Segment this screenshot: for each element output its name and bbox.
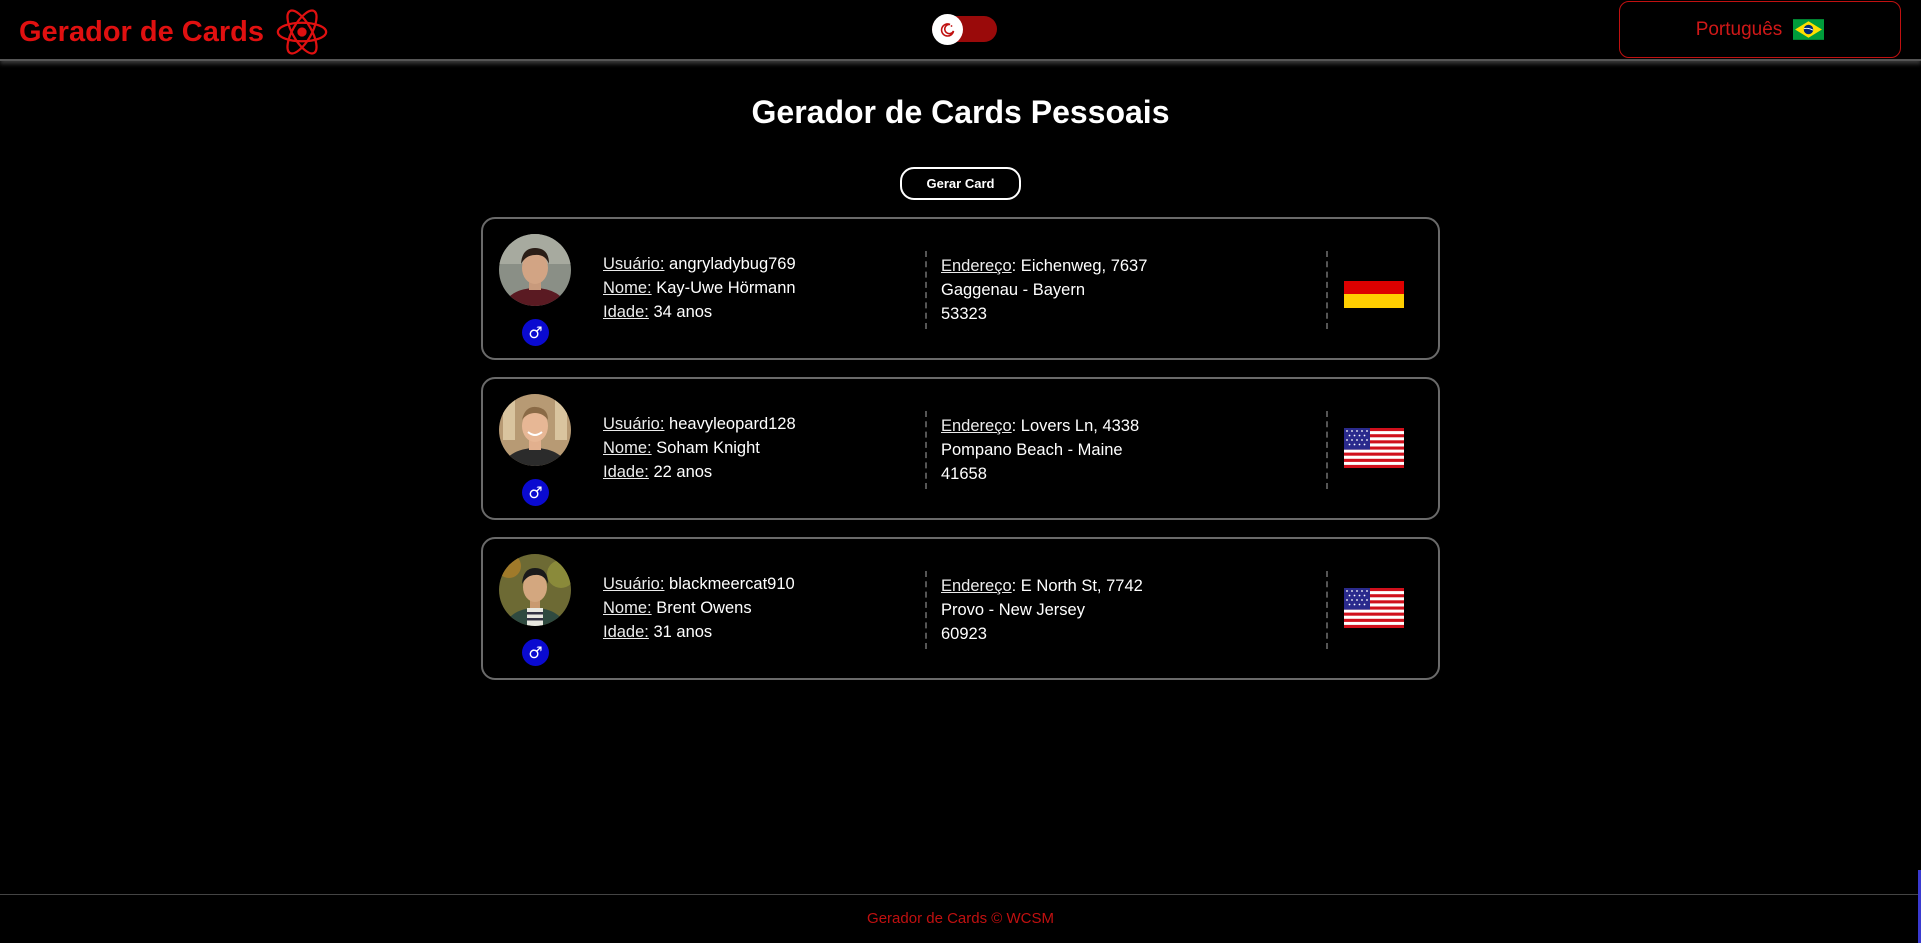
- username-row: Usuário: heavyleopard128: [603, 412, 796, 436]
- age-value: 31 anos: [653, 623, 713, 641]
- address-info: Endereço: E North St, 7742 Provo - New J…: [941, 574, 1143, 646]
- age-label: Idade:: [603, 463, 649, 481]
- usa-flag-icon: [1344, 428, 1404, 468]
- name-row: Nome: Brent Owens: [603, 596, 795, 620]
- page-title: Gerador de Cards Pessoais: [751, 94, 1170, 130]
- avatar: [499, 234, 571, 306]
- brand-title: Gerador de Cards: [19, 16, 264, 48]
- footer-text: Gerador de Cards © WCSM: [867, 910, 1054, 927]
- address-row: Endereço: Lovers Ln, 4338: [941, 414, 1139, 438]
- address-row: Endereço: Eichenweg, 7637: [941, 254, 1147, 278]
- divider: [925, 571, 927, 649]
- postcode: 41658: [941, 465, 987, 483]
- male-icon: ♂: [522, 639, 549, 666]
- name-value: Soham Knight: [656, 439, 760, 457]
- user-info: Usuário: heavyleopard128 Nome: Soham Kni…: [603, 412, 796, 484]
- name-label: Nome:: [603, 439, 652, 457]
- footer: Gerador de Cards © WCSM: [0, 894, 1921, 943]
- name-label: Nome:: [603, 599, 652, 617]
- card-list: ♂ Usuário: angryladybug769 Nome: Kay-Uwe…: [481, 217, 1440, 697]
- username-label: Usuário:: [603, 415, 665, 433]
- age-value: 34 anos: [653, 303, 713, 321]
- name-value: Brent Owens: [656, 599, 752, 617]
- address-label: Endereço: [941, 577, 1012, 595]
- language-button[interactable]: Português: [1619, 1, 1901, 58]
- name-label: Nome:: [603, 279, 652, 297]
- divider: [1326, 571, 1328, 649]
- address-info: Endereço: Lovers Ln, 4338 Pompano Beach …: [941, 414, 1139, 486]
- person-card: ♂ Usuário: angryladybug769 Nome: Kay-Uwe…: [481, 217, 1440, 360]
- username-value: heavyleopard128: [669, 415, 796, 433]
- user-info: Usuário: angryladybug769 Nome: Kay-Uwe H…: [603, 252, 796, 324]
- brand[interactable]: Gerador de Cards: [19, 6, 330, 58]
- avatar: [499, 394, 571, 466]
- address-info: Endereço: Eichenweg, 7637 Gaggenau - Bay…: [941, 254, 1147, 326]
- username-row: Usuário: blackmeercat910: [603, 572, 795, 596]
- divider: [1326, 411, 1328, 489]
- age-label: Idade:: [603, 303, 649, 321]
- language-label: Português: [1695, 18, 1783, 40]
- username-row: Usuário: angryladybug769: [603, 252, 796, 276]
- postcode: 53323: [941, 305, 987, 323]
- user-info: Usuário: blackmeercat910 Nome: Brent Owe…: [603, 572, 795, 644]
- address-label: Endereço: [941, 257, 1012, 275]
- address-row: Endereço: E North St, 7742: [941, 574, 1143, 598]
- divider: [1326, 251, 1328, 329]
- address-line2: Provo - New Jersey: [941, 601, 1085, 619]
- header: Gerador de Cards Português: [0, 0, 1921, 61]
- male-icon: ♂: [522, 319, 549, 346]
- address-label: Endereço: [941, 417, 1012, 435]
- username-label: Usuário:: [603, 255, 665, 273]
- username-value: angryladybug769: [669, 255, 796, 273]
- age-label: Idade:: [603, 623, 649, 641]
- age-row: Idade: 34 anos: [603, 300, 796, 324]
- person-card: ♂ Usuário: blackmeercat910 Nome: Brent O…: [481, 537, 1440, 680]
- person-card: ♂ Usuário: heavyleopard128 Nome: Soham K…: [481, 377, 1440, 520]
- divider: [925, 251, 927, 329]
- divider: [925, 411, 927, 489]
- postcode: 60923: [941, 625, 987, 643]
- age-row: Idade: 22 anos: [603, 460, 796, 484]
- react-icon: [276, 9, 328, 55]
- generate-card-button[interactable]: Gerar Card: [900, 167, 1021, 200]
- name-value: Kay-Uwe Hörmann: [656, 279, 796, 297]
- address-line2: Gaggenau - Bayern: [941, 281, 1086, 299]
- theme-toggle-knob[interactable]: [932, 14, 963, 45]
- germany-flag-icon: [1344, 268, 1404, 308]
- address-line1: : Lovers Ln, 4338: [1011, 417, 1140, 435]
- address-line2: Pompano Beach - Maine: [941, 441, 1123, 459]
- username-label: Usuário:: [603, 575, 665, 593]
- address-line1: : Eichenweg, 7637: [1011, 257, 1148, 275]
- usa-flag-icon: [1344, 588, 1404, 628]
- name-row: Nome: Soham Knight: [603, 436, 796, 460]
- theme-toggle[interactable]: [932, 14, 997, 45]
- brazil-flag-icon: [1793, 19, 1825, 40]
- name-row: Nome: Kay-Uwe Hörmann: [603, 276, 796, 300]
- male-icon: ♂: [522, 479, 549, 506]
- username-value: blackmeercat910: [669, 575, 795, 593]
- age-value: 22 anos: [653, 463, 713, 481]
- moon-icon: [940, 22, 954, 37]
- avatar: [499, 554, 571, 626]
- age-row: Idade: 31 anos: [603, 620, 795, 644]
- address-line1: : E North St, 7742: [1011, 577, 1143, 595]
